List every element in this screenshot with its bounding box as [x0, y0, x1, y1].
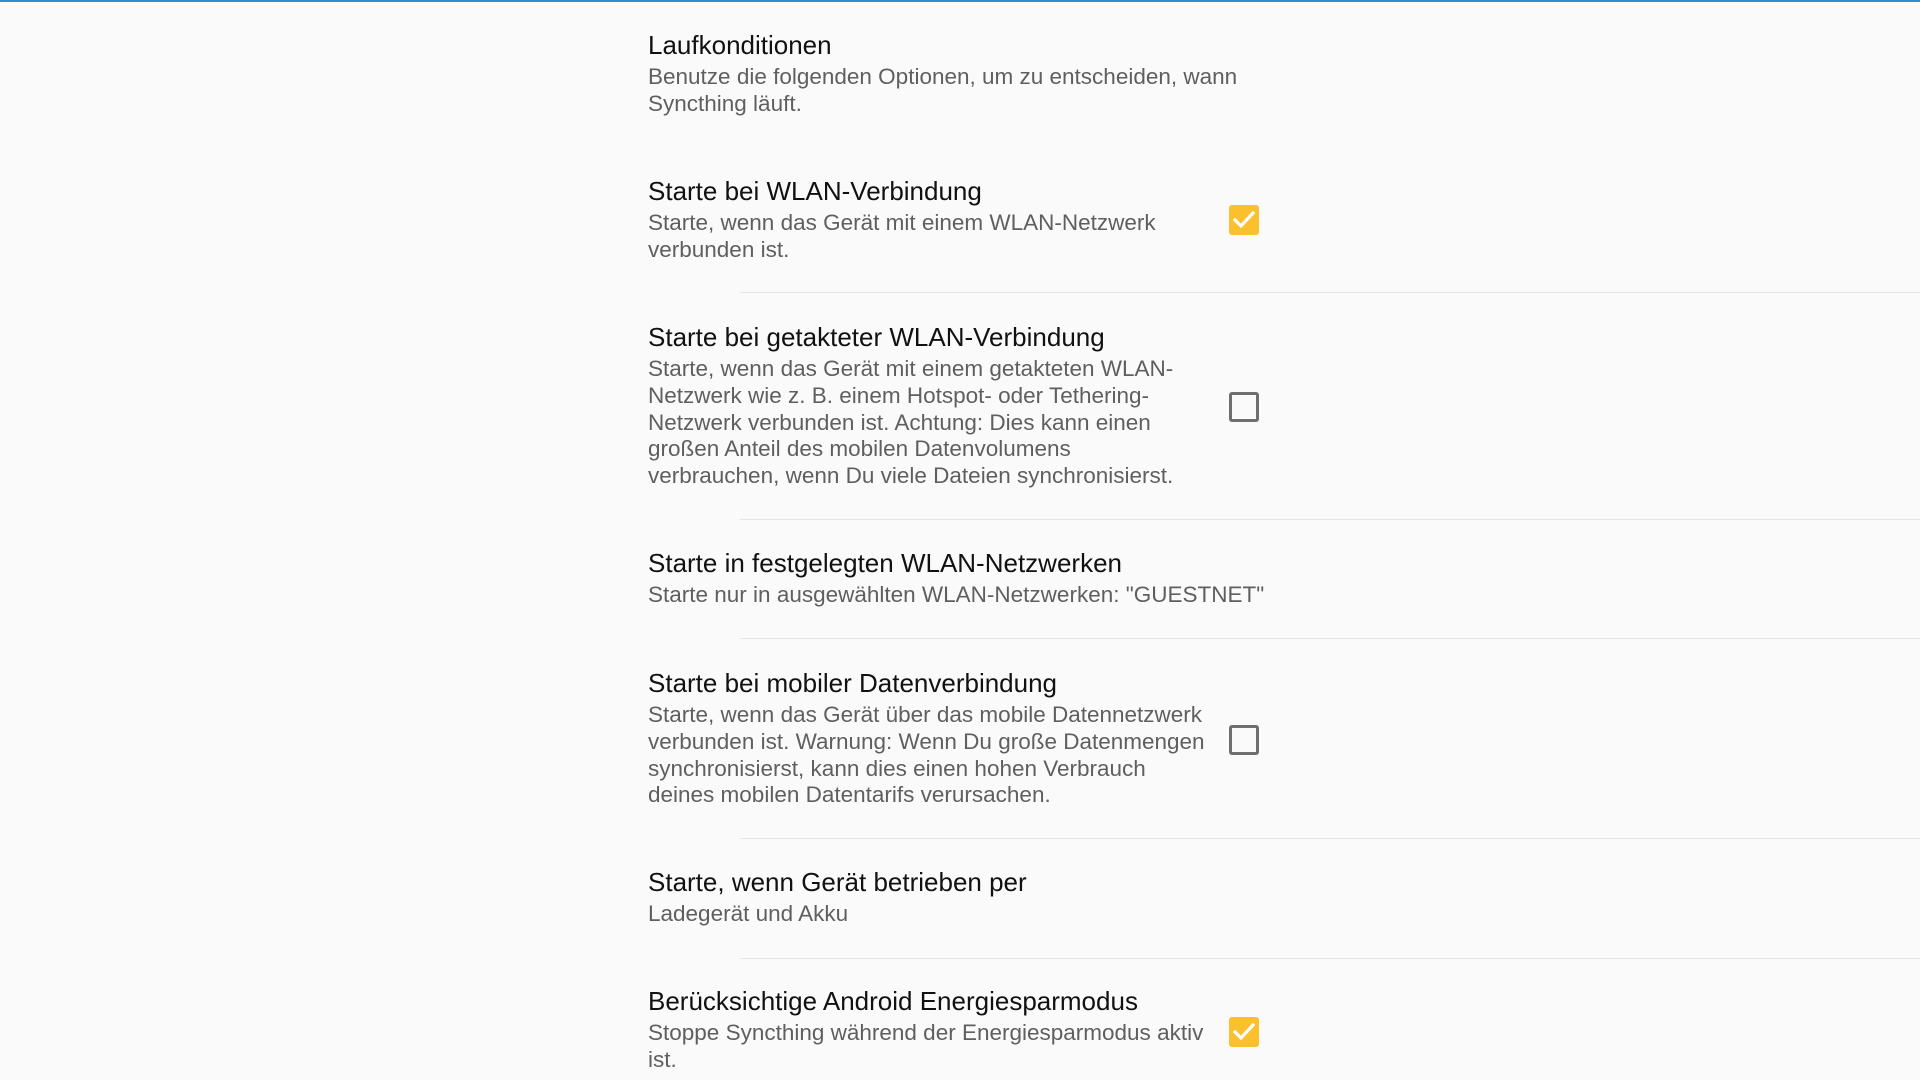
pref-summary: Ladegerät und Akku [648, 901, 849, 926]
pref-title: Berücksichtige Android Energiesparmodus [648, 986, 1138, 1016]
pref-run-on-mobile-data[interactable]: Starte bei mobiler Datenverbindung Start… [648, 668, 1268, 809]
pref-title: Starte, wenn Gerät betrieben per [648, 867, 1027, 897]
divider [740, 292, 1920, 293]
checkbox-run-on-metered-wifi[interactable] [1229, 392, 1259, 422]
pref-summary: Starte nur in ausgewählten WLAN-Netzwerk… [648, 582, 1265, 607]
pref-respect-battery-saver[interactable]: Berücksichtige Android Energiesparmodus … [648, 986, 1268, 1074]
toolbar-edge [0, 0, 1920, 2]
checkbox-run-on-mobile-data[interactable] [1229, 725, 1259, 755]
pref-title: Starte bei getakteter WLAN-Verbindung [648, 322, 1105, 352]
divider [740, 519, 1920, 520]
pref-power-source[interactable]: Starte, wenn Gerät betrieben per Ladeger… [648, 867, 1268, 928]
pref-summary: Stoppe Syncthing während der Energiespar… [648, 1020, 1204, 1072]
divider [740, 958, 1920, 959]
divider [740, 638, 1920, 639]
pref-summary: Starte, wenn das Gerät mit einem WLAN-Ne… [648, 210, 1156, 262]
pref-title: Starte bei WLAN-Verbindung [648, 176, 982, 206]
category-summary: Benutze die folgenden Optionen, um zu en… [648, 64, 1238, 116]
check-icon [1233, 1022, 1255, 1041]
pref-run-on-wifi[interactable]: Starte bei WLAN-Verbindung Starte, wenn … [648, 176, 1268, 264]
pref-summary: Starte, wenn das Gerät mit einem getakte… [648, 356, 1174, 489]
check-icon [1233, 210, 1255, 229]
checkbox-respect-battery-saver[interactable] [1229, 1017, 1259, 1047]
pref-title: Starte in festgelegten WLAN-Netzwerken [648, 548, 1122, 578]
divider [740, 838, 1920, 839]
category-title: Laufkonditionen [648, 30, 832, 60]
checkbox-run-on-wifi[interactable] [1229, 205, 1259, 235]
category-run-conditions: Laufkonditionen Benutze die folgenden Op… [648, 30, 1268, 118]
pref-run-on-whitelisted-wifi[interactable]: Starte in festgelegten WLAN-Netzwerken S… [648, 548, 1268, 609]
pref-run-on-metered-wifi[interactable]: Starte bei getakteter WLAN-Verbindung St… [648, 322, 1268, 490]
pref-summary: Starte, wenn das Gerät über das mobile D… [648, 702, 1205, 808]
pref-title: Starte bei mobiler Datenverbindung [648, 668, 1058, 698]
